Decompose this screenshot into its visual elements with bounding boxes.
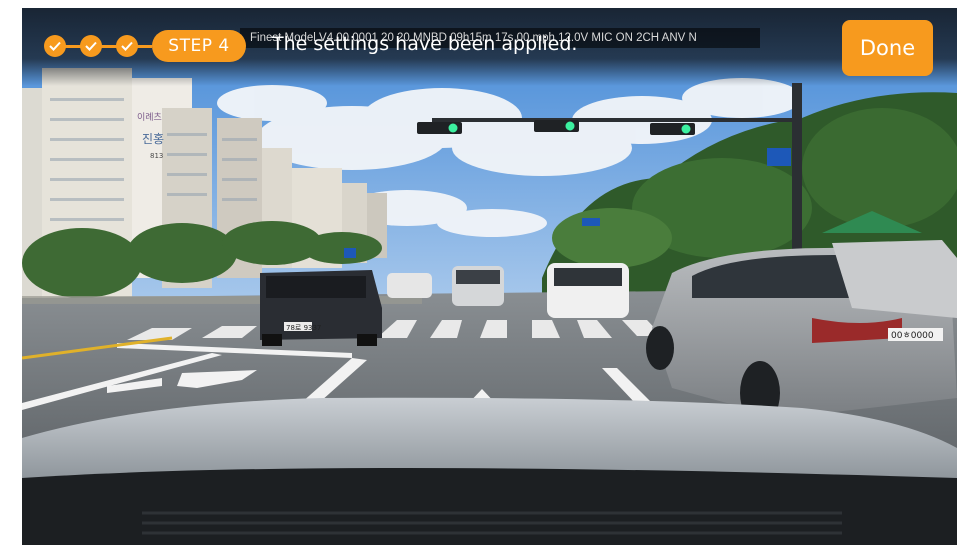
building-sign-district: 진홍 [142,132,164,146]
building-sign-name: 이례츠 [137,112,162,123]
done-button[interactable]: Done [842,20,933,76]
checkmark-icon [49,41,61,51]
checkmark-icon [85,41,97,51]
license-plate-suv: 78로 9337 [286,324,321,332]
step-3-complete-indicator [116,35,138,57]
wizard-top-bar: Finest Model V4.00 0001 20 20 MNBD 09h15… [22,8,957,86]
checkmark-icon [121,41,133,51]
step-1-complete-indicator [44,35,66,57]
building-sign-number: 813 [150,152,163,160]
status-message: The settings have been applied. [272,33,578,55]
license-plate-sedan: 00ㅎ0000 [891,331,934,341]
dashcam-video-frame: 이례츠 진홍 813 78로 9337 00ㅎ0000 [22,8,957,545]
dark-suv: 78로 9337 [260,270,382,346]
dashcam-preview: 이례츠 진홍 813 78로 9337 00ㅎ0000 Finest Model… [22,8,957,545]
step-2-complete-indicator [80,35,102,57]
current-step-badge: STEP 4 [152,30,246,62]
